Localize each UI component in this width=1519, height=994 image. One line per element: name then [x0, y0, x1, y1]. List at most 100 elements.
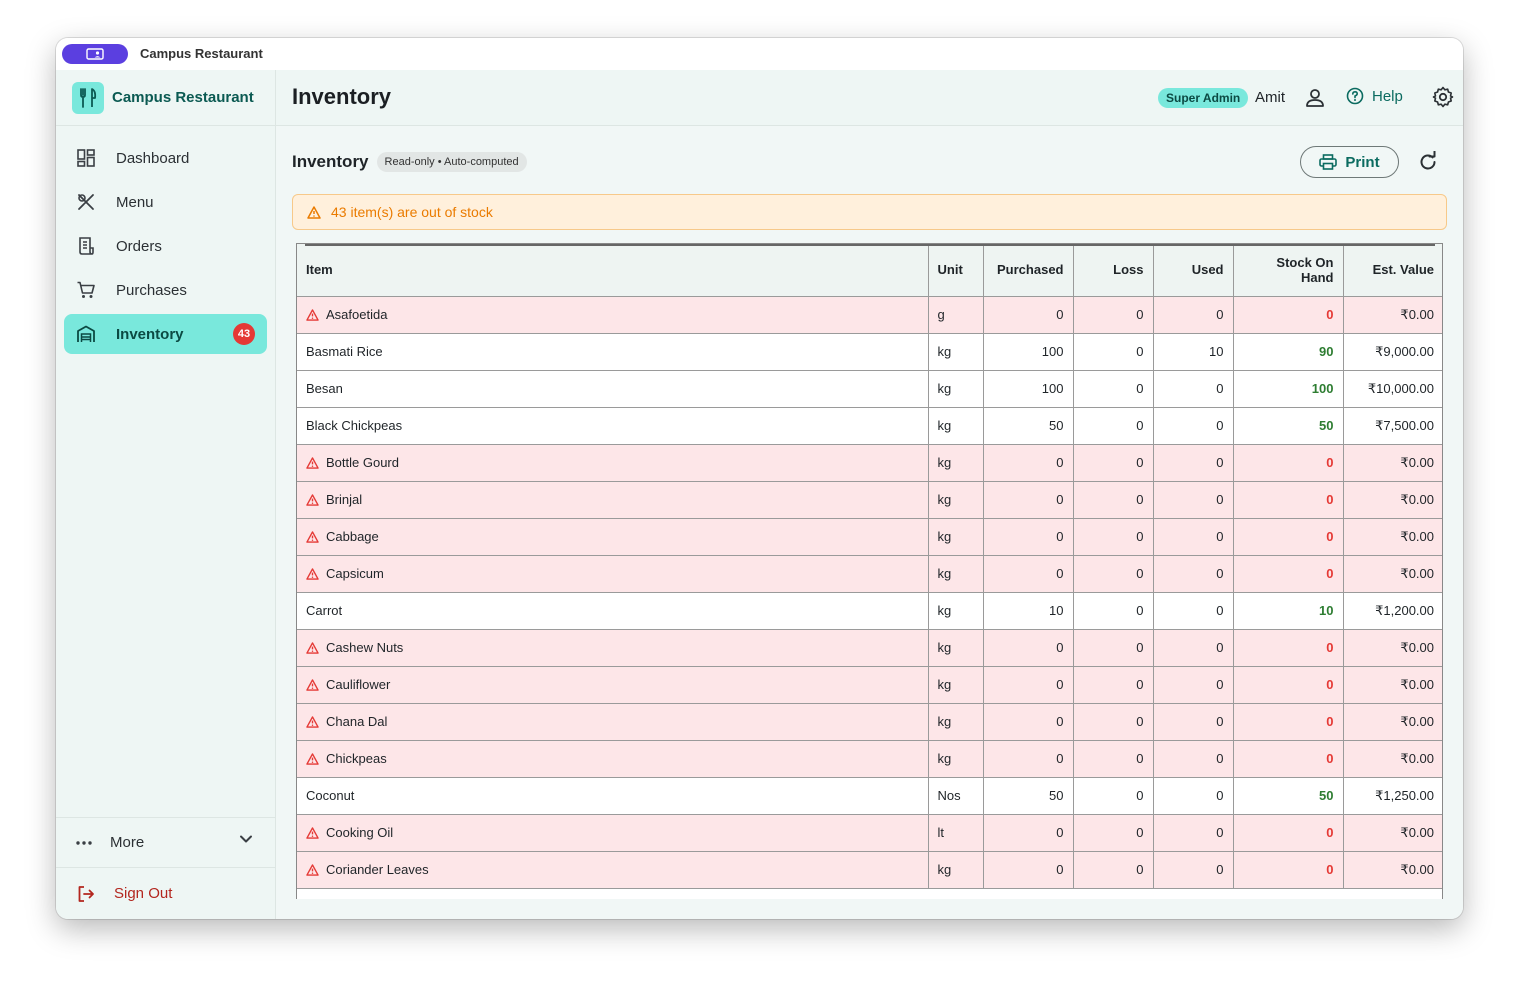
column-header-est-value[interactable]: Est. Value [1343, 244, 1442, 297]
cell-purchased: 0 [983, 481, 1074, 519]
cell-est-value: ₹9,000.00 [1343, 333, 1442, 371]
sidebar-item-orders[interactable]: Orders [64, 226, 267, 266]
more-menu-toggle[interactable]: More [56, 817, 275, 867]
column-header-used[interactable]: Used [1153, 244, 1234, 297]
sidebar-item-purchases[interactable]: Purchases [64, 270, 267, 310]
sidebar-item-dashboard[interactable]: Dashboard [64, 138, 267, 178]
cell-purchased: 0 [983, 555, 1074, 593]
cell-loss: 0 [1073, 333, 1154, 371]
section-title: Inventory [292, 152, 369, 171]
cell-used: 0 [1153, 777, 1234, 815]
item-name: Cabbage [326, 529, 379, 544]
cell-used: 0 [1153, 814, 1234, 852]
sidebar-item-label: Orders [116, 237, 162, 255]
print-button[interactable]: Print [1300, 146, 1399, 178]
out-of-stock-count-badge: 43 [233, 323, 255, 345]
warning-icon [306, 641, 319, 654]
sidebar: Campus Restaurant Dashboard Menu Orders … [56, 70, 276, 919]
item-name: Carrot [306, 603, 343, 618]
table-row[interactable]: Capsicum kg 0 0 0 0 ₹0.00 [297, 555, 1442, 593]
user-account-icon[interactable] [1304, 87, 1326, 109]
cell-stock-on-hand: 50 [1233, 777, 1344, 815]
dashboard-icon [77, 149, 95, 167]
cell-used: 0 [1153, 481, 1234, 519]
sidebar-item-label: Inventory [116, 325, 184, 343]
table-row[interactable]: Carrot kg 10 0 0 10 ₹1,200.00 [297, 592, 1442, 630]
cell-used: 0 [1153, 296, 1234, 334]
cell-loss: 0 [1073, 814, 1154, 852]
cell-est-value: ₹0.00 [1343, 740, 1442, 778]
cell-est-value: ₹0.00 [1343, 518, 1442, 556]
table-row[interactable]: Chana Dal kg 0 0 0 0 ₹0.00 [297, 703, 1442, 741]
table-row[interactable]: Basmati Rice kg 100 0 10 90 ₹9,000.00 [297, 333, 1442, 371]
sidebar-item-menu[interactable]: Menu [64, 182, 267, 222]
cell-item: Cauliflower [297, 666, 929, 704]
table-row[interactable]: Cooking Oil lt 0 0 0 0 ₹0.00 [297, 814, 1442, 852]
table-row[interactable]: Chickpeas kg 0 0 0 0 ₹0.00 [297, 740, 1442, 778]
cell-loss: 0 [1073, 518, 1154, 556]
item-name: Coconut [306, 788, 355, 803]
cell-stock-on-hand: 0 [1233, 666, 1344, 704]
column-header-stock-on-hand[interactable]: Stock On Hand [1233, 244, 1344, 297]
sidebar-footer: More Sign Out [56, 817, 275, 919]
sign-out-button[interactable]: Sign Out [56, 867, 275, 919]
logout-icon [78, 885, 94, 902]
cell-purchased: 0 [983, 629, 1074, 667]
cell-purchased: 0 [983, 703, 1074, 741]
table-row[interactable]: Brinjal kg 0 0 0 0 ₹0.00 [297, 481, 1442, 519]
cutlery-icon [78, 194, 94, 210]
cell-item: Black Chickpeas [297, 407, 929, 445]
table-row[interactable]: Black Chickpeas kg 50 0 0 50 ₹7,500.00 [297, 407, 1442, 445]
inventory-table-container[interactable]: Item Unit Purchased Loss Used Stock On H… [296, 243, 1443, 899]
column-header-loss[interactable]: Loss [1073, 244, 1154, 297]
cell-est-value: ₹0.00 [1343, 851, 1442, 889]
table-row[interactable]: Besan kg 100 0 0 100 ₹10,000.00 [297, 370, 1442, 408]
cell-loss: 0 [1073, 407, 1154, 445]
cell-stock-on-hand: 50 [1233, 407, 1344, 445]
cell-stock-on-hand: 0 [1233, 851, 1344, 889]
column-header-item[interactable]: Item [297, 244, 929, 297]
cell-item: Chana Dal [297, 703, 929, 741]
table-row[interactable]: Coconut Nos 50 0 0 50 ₹1,250.00 [297, 777, 1442, 815]
window-titlebar: Campus Restaurant [56, 38, 1463, 70]
warning-icon [307, 205, 321, 219]
alert-text: 43 item(s) are out of stock [331, 204, 493, 220]
cell-stock-on-hand: 0 [1233, 703, 1344, 741]
app-window: Campus Restaurant Campus Restaurant Dash [56, 38, 1463, 919]
cell-item: Chickpeas [297, 740, 929, 778]
cell-est-value: ₹0.00 [1343, 814, 1442, 852]
cell-loss: 0 [1073, 296, 1154, 334]
sign-out-label: Sign Out [114, 885, 173, 902]
cell-stock-on-hand: 0 [1233, 296, 1344, 334]
cell-est-value: ₹0.00 [1343, 444, 1442, 482]
cell-loss: 0 [1073, 851, 1154, 889]
window-tab-pill[interactable] [62, 44, 128, 64]
cell-est-value: ₹0.00 [1343, 629, 1442, 667]
table-row[interactable]: Cauliflower kg 0 0 0 0 ₹0.00 [297, 666, 1442, 704]
table-row[interactable]: Bottle Gourd kg 0 0 0 0 ₹0.00 [297, 444, 1442, 482]
refresh-icon[interactable] [1417, 151, 1439, 173]
table-row[interactable]: Asafoetida g 0 0 0 0 ₹0.00 [297, 296, 1442, 334]
item-name: Cooking Oil [326, 825, 394, 840]
sidebar-brand[interactable]: Campus Restaurant [56, 70, 275, 126]
cell-used: 0 [1153, 370, 1234, 408]
warning-icon [306, 678, 319, 691]
cell-purchased: 0 [983, 851, 1074, 889]
cell-stock-on-hand: 0 [1233, 481, 1344, 519]
sidebar-item-inventory[interactable]: Inventory 43 [64, 314, 267, 354]
column-header-purchased[interactable]: Purchased [983, 244, 1074, 297]
cell-unit: kg [928, 740, 984, 778]
column-header-unit[interactable]: Unit [928, 244, 984, 297]
help-button[interactable]: Help [1346, 87, 1403, 105]
gear-icon[interactable] [1432, 86, 1454, 108]
table-row[interactable]: Cashew Nuts kg 0 0 0 0 ₹0.00 [297, 629, 1442, 667]
cell-est-value: ₹0.00 [1343, 555, 1442, 593]
cell-used: 0 [1153, 703, 1234, 741]
cell-unit: kg [928, 703, 984, 741]
table-row[interactable]: Cabbage kg 0 0 0 0 ₹0.00 [297, 518, 1442, 556]
cell-unit: lt [928, 814, 984, 852]
warning-icon [306, 456, 319, 469]
cell-unit: kg [928, 407, 984, 445]
cell-item: Cashew Nuts [297, 629, 929, 667]
table-row[interactable]: Coriander Leaves kg 0 0 0 0 ₹0.00 [297, 851, 1442, 889]
